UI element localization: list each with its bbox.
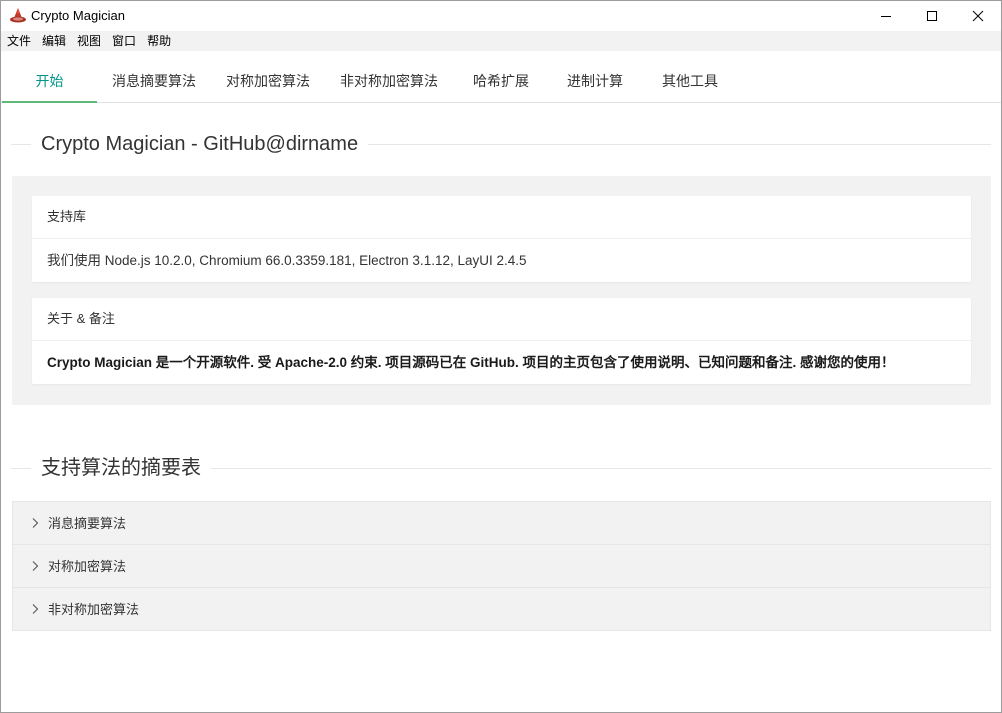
maximize-button[interactable] <box>909 1 955 31</box>
chevron-right-icon <box>32 561 39 571</box>
window-title: Crypto Magician <box>31 8 125 23</box>
collapse-item-symmetric[interactable]: 对称加密算法 <box>13 545 990 588</box>
summary-fieldset: 支持算法的摘要表 <box>11 453 991 483</box>
chevron-right-icon <box>32 518 39 528</box>
collapse-item-asymmetric[interactable]: 非对称加密算法 <box>13 588 990 630</box>
about-card-header: 关于 & 备注 <box>32 298 971 341</box>
wizard-hat-icon <box>10 8 26 23</box>
tab-start[interactable]: 开始 <box>2 61 97 103</box>
collapse-label: 非对称加密算法 <box>48 602 140 617</box>
menu-view[interactable]: 视图 <box>71 31 106 51</box>
menu-bar: 文件 编辑 视图 窗口 帮助 <box>1 31 1001 51</box>
close-button[interactable] <box>955 1 1001 31</box>
tab-other-tools[interactable]: 其他工具 <box>649 61 731 102</box>
title-bar[interactable]: Crypto Magician <box>1 1 1001 31</box>
about-card: 关于 & 备注 Crypto Magician 是一个开源软件. 受 Apach… <box>32 298 971 384</box>
menu-file[interactable]: 文件 <box>1 31 36 51</box>
intro-fieldset: Crypto Magician - GitHub@dirname <box>11 129 991 159</box>
support-card: 支持库 我们使用 Node.js 10.2.0, Chromium 66.0.3… <box>32 196 971 282</box>
minimize-icon <box>881 16 891 17</box>
tab-asymmetric[interactable]: 非对称加密算法 <box>329 61 449 102</box>
close-icon <box>972 10 984 22</box>
menu-window[interactable]: 窗口 <box>106 31 141 51</box>
collapse-label: 对称加密算法 <box>48 559 127 574</box>
app-window: Crypto Magician 文件 编辑 视图 窗口 帮助 开始 消息摘要算法 <box>0 0 1002 713</box>
main-tabs: 开始 消息摘要算法 对称加密算法 非对称加密算法 哈希扩展 进制计算 其他工具 <box>1 61 1001 103</box>
page-title: Crypto Magician - GitHub@dirname <box>31 129 369 159</box>
summary-title: 支持算法的摘要表 <box>31 453 211 483</box>
about-card-body: Crypto Magician 是一个开源软件. 受 Apache-2.0 约束… <box>47 355 895 370</box>
collapse-label: 消息摘要算法 <box>48 516 127 531</box>
menu-help[interactable]: 帮助 <box>141 31 176 51</box>
tab-radix[interactable]: 进制计算 <box>555 61 635 102</box>
maximize-icon <box>927 11 937 21</box>
algorithm-collapse: 消息摘要算法 对称加密算法 非对称加密算法 <box>12 501 991 631</box>
menu-edit[interactable]: 编辑 <box>36 31 71 51</box>
tab-symmetric[interactable]: 对称加密算法 <box>215 61 321 102</box>
collapse-item-message-digest[interactable]: 消息摘要算法 <box>13 502 990 545</box>
support-card-body: 我们使用 Node.js 10.2.0, Chromium 66.0.3359.… <box>47 253 527 268</box>
tab-hash-extension[interactable]: 哈希扩展 <box>461 61 541 102</box>
tab-message-digest[interactable]: 消息摘要算法 <box>101 61 207 102</box>
support-card-header: 支持库 <box>32 196 971 239</box>
info-panel: 支持库 我们使用 Node.js 10.2.0, Chromium 66.0.3… <box>12 176 991 405</box>
chevron-right-icon <box>32 604 39 614</box>
minimize-button[interactable] <box>863 1 909 31</box>
